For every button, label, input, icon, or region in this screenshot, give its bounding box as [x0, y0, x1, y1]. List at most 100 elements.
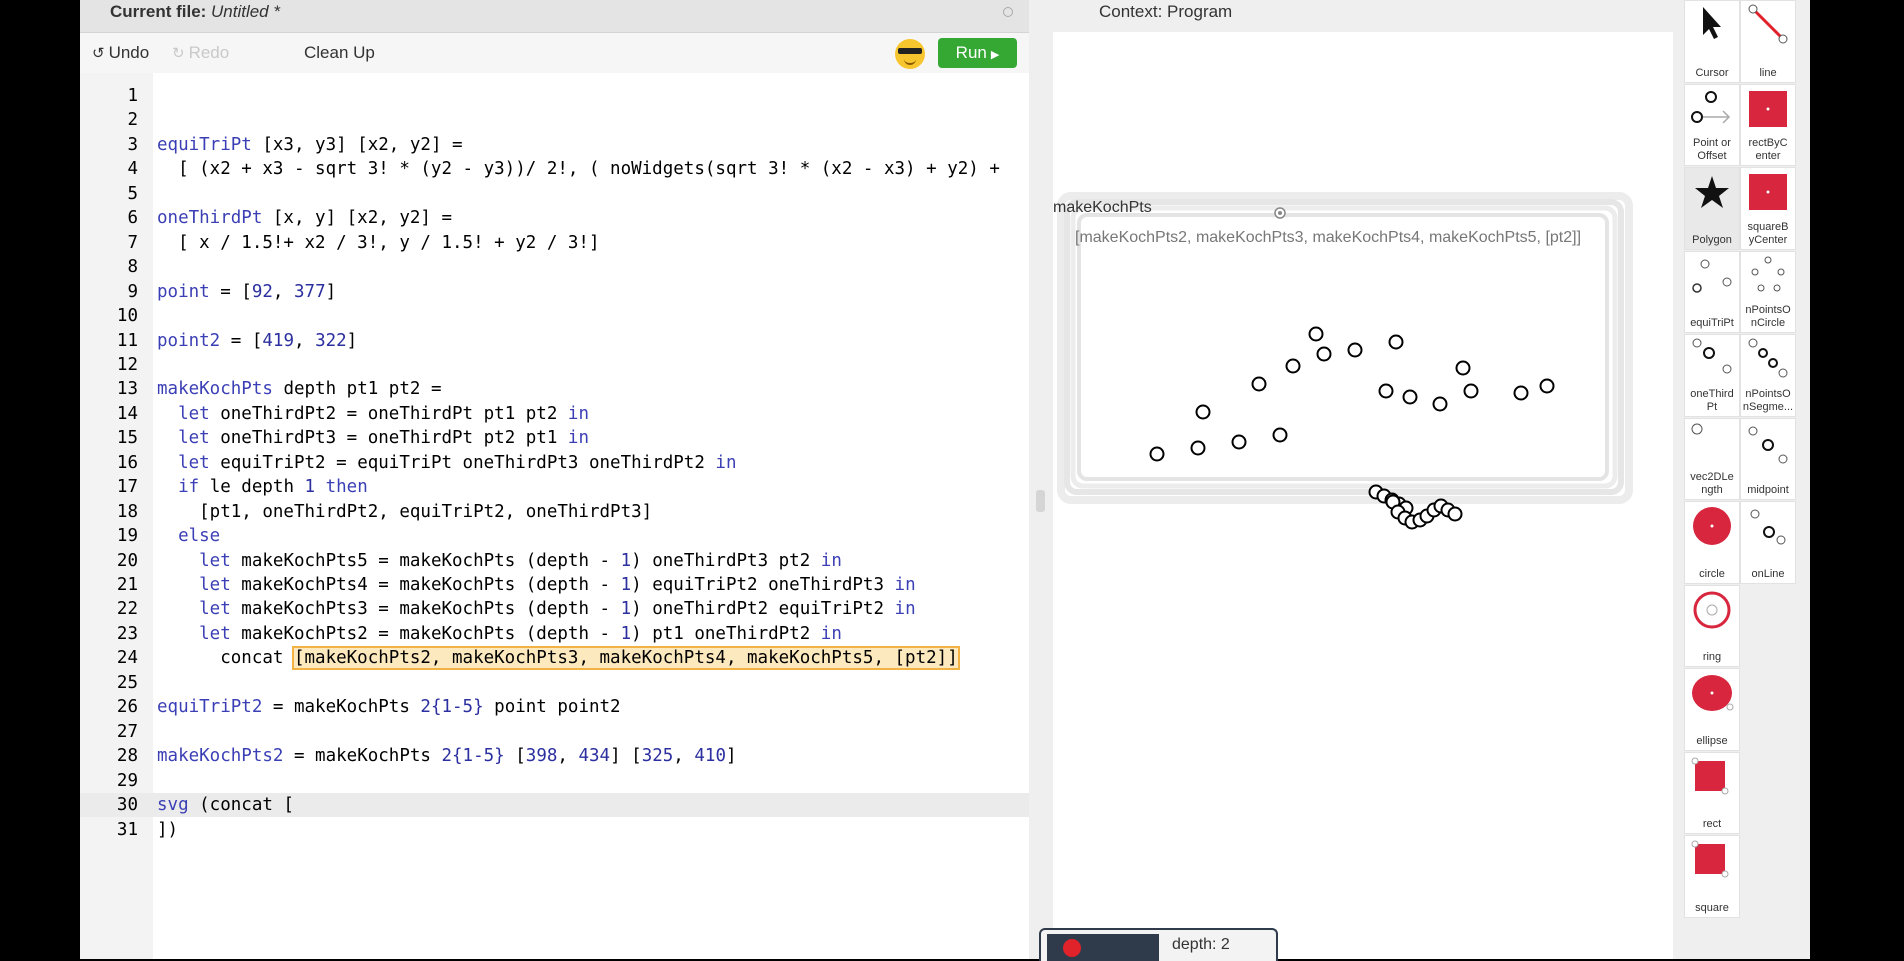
- code-area[interactable]: 1 2 3 equiTriPt [x3, y3] [x2, y2] = 4 [ (x2 …: [80, 73, 1029, 959]
- line-code[interactable]: [pt1, oneThirdPt2, equiTriPt2, oneThirdP…: [157, 500, 652, 524]
- point-circle[interactable]: [1285, 358, 1301, 374]
- line-code[interactable]: makeKochPts depth pt1 pt2 =: [157, 377, 441, 401]
- canvas-svg[interactable]: [1053, 32, 1673, 959]
- line-code[interactable]: let oneThirdPt3 = oneThirdPt pt2 pt1 in: [157, 426, 589, 450]
- code-line[interactable]: 25: [80, 671, 1029, 695]
- line-code[interactable]: concat [makeKochPts2, makeKochPts3, make…: [157, 646, 960, 671]
- line-code[interactable]: equiTriPt2 = makeKochPts 2{1-5} point po…: [157, 695, 621, 719]
- highlighted-expression[interactable]: [makeKochPts2, makeKochPts3, makeKochPts…: [291, 646, 960, 671]
- line-code[interactable]: [ x / 1.5!+ x2 / 3!, y / 1.5! + y2 / 3!]: [157, 231, 599, 255]
- code-line[interactable]: 9 point = [92, 377]: [80, 280, 1029, 304]
- point-circle[interactable]: [1447, 506, 1463, 522]
- tool-rect-by-center[interactable]: rectByC enter: [1740, 83, 1796, 166]
- line-code[interactable]: let makeKochPts5 = makeKochPts (depth - …: [157, 549, 842, 573]
- code-line[interactable]: 29: [80, 769, 1029, 793]
- point-circle[interactable]: [1388, 334, 1404, 350]
- code-line[interactable]: 13 makeKochPts depth pt1 pt2 =: [80, 377, 1029, 401]
- code-line[interactable]: 21 let makeKochPts4 = makeKochPts (depth…: [80, 573, 1029, 597]
- code-line[interactable]: 2: [80, 108, 1029, 132]
- code-line[interactable]: 11 point2 = [419, 322]: [80, 329, 1029, 353]
- code-line[interactable]: 19 else: [80, 524, 1029, 548]
- line-code[interactable]: if le depth 1 then: [157, 475, 368, 499]
- redo-button[interactable]: ↻ Redo: [172, 39, 229, 68]
- tool-point-or-offset[interactable]: Point or Offset: [1684, 83, 1740, 166]
- point-circle[interactable]: [1195, 404, 1211, 420]
- code-line[interactable]: 12: [80, 353, 1029, 377]
- slider-knob[interactable]: [1063, 939, 1081, 957]
- resize-handle[interactable]: [1036, 490, 1045, 512]
- code-line[interactable]: 3 equiTriPt [x3, y3] [x2, y2] =: [80, 133, 1029, 157]
- point-circle[interactable]: [1316, 346, 1332, 362]
- code-line[interactable]: 22 let makeKochPts3 = makeKochPts (depth…: [80, 597, 1029, 621]
- code-line[interactable]: 23 let makeKochPts2 = makeKochPts (depth…: [80, 622, 1029, 646]
- tool-n-points-on-circle[interactable]: nPointsO nCircle: [1740, 250, 1796, 333]
- point-circle[interactable]: [1149, 446, 1165, 462]
- code-line[interactable]: 18 [pt1, oneThirdPt2, equiTriPt2, oneThi…: [80, 500, 1029, 524]
- tool-ellipse[interactable]: ellipse: [1684, 668, 1740, 751]
- point-circle[interactable]: [1513, 385, 1529, 401]
- code-line[interactable]: 28 makeKochPts2 = makeKochPts 2{1-5} [398…: [80, 744, 1029, 768]
- code-line[interactable]: 8: [80, 255, 1029, 279]
- tool-square[interactable]: square: [1684, 835, 1740, 918]
- code-line[interactable]: 31]): [80, 818, 1029, 842]
- line-code[interactable]: ]): [157, 818, 178, 842]
- tool-equi-tri-pt[interactable]: equiTriPt: [1684, 250, 1740, 333]
- line-code[interactable]: point2 = [419, 322]: [157, 329, 357, 353]
- point-circle[interactable]: [1432, 396, 1448, 412]
- line-code[interactable]: let makeKochPts3 = makeKochPts (depth - …: [157, 597, 915, 621]
- code-line[interactable]: 6 oneThirdPt [x, y] [x2, y2] =: [80, 206, 1029, 230]
- tool-n-points-on-segment[interactable]: nPointsO nSegme...: [1740, 334, 1796, 417]
- code-line[interactable]: 7 [ x / 1.5!+ x2 / 3!, y / 1.5! + y2 / 3…: [80, 231, 1029, 255]
- point-circle[interactable]: [1251, 376, 1267, 392]
- tool-circle[interactable]: circle: [1684, 501, 1740, 584]
- output-canvas[interactable]: makeKochPts [makeKochPts2, makeKochPts3,…: [1053, 32, 1673, 959]
- code-line[interactable]: 17 if le depth 1 then: [80, 475, 1029, 499]
- point-circle[interactable]: [1272, 427, 1288, 443]
- tool-one-third-pt[interactable]: oneThird Pt: [1684, 334, 1740, 417]
- code-line[interactable]: 26 equiTriPt2 = makeKochPts 2{1-5} point …: [80, 695, 1029, 719]
- line-code[interactable]: oneThirdPt [x, y] [x2, y2] =: [157, 206, 452, 230]
- line-code[interactable]: let makeKochPts4 = makeKochPts (depth - …: [157, 573, 915, 597]
- code-line[interactable]: 16 let equiTriPt2 = equiTriPt oneThirdPt…: [80, 451, 1029, 475]
- line-code[interactable]: point = [92, 377]: [157, 280, 336, 304]
- code-line[interactable]: 24 concat [makeKochPts2, makeKochPts3, m…: [80, 646, 1029, 671]
- line-code[interactable]: makeKochPts2 = makeKochPts 2{1-5} [398, …: [157, 744, 737, 768]
- run-button[interactable]: Run ▶: [938, 38, 1017, 68]
- tool-polygon[interactable]: Polygon: [1684, 167, 1740, 250]
- code-line[interactable]: 27: [80, 720, 1029, 744]
- tool-midpoint[interactable]: midpoint: [1740, 417, 1796, 500]
- code-line[interactable]: 30 svg (concat [: [80, 793, 1029, 818]
- code-line[interactable]: 14 let oneThirdPt2 = oneThirdPt pt1 pt2 …: [80, 402, 1029, 426]
- point-circle[interactable]: [1402, 389, 1418, 405]
- line-code[interactable]: let oneThirdPt2 = oneThirdPt pt1 pt2 in: [157, 402, 589, 426]
- clean-up-button[interactable]: Clean Up: [304, 39, 375, 67]
- line-code[interactable]: equiTriPt [x3, y3] [x2, y2] =: [157, 133, 463, 157]
- line-code[interactable]: let makeKochPts2 = makeKochPts (depth - …: [157, 622, 842, 646]
- point-circle[interactable]: [1347, 342, 1363, 358]
- collapse-dot-icon[interactable]: [1003, 7, 1013, 17]
- point-circle[interactable]: [1190, 440, 1206, 456]
- code-line[interactable]: 4 [ (x2 + x3 - sqrt 3! * (y2 - y3))/ 2!,…: [80, 157, 1029, 181]
- code-line[interactable]: 5: [80, 182, 1029, 206]
- tool-vec2d-length[interactable]: vec2DLe ngth: [1684, 417, 1740, 500]
- point-circle[interactable]: [1539, 378, 1555, 394]
- tool-on-line[interactable]: onLine: [1740, 501, 1796, 584]
- list-widget-label[interactable]: [makeKochPts2, makeKochPts3, makeKochPts…: [1075, 229, 1581, 247]
- line-code[interactable]: [ (x2 + x3 - sqrt 3! * (y2 - y3))/ 2!, (…: [157, 157, 1010, 181]
- tool-rect[interactable]: rect: [1684, 751, 1740, 834]
- line-code[interactable]: else: [157, 524, 220, 548]
- line-code[interactable]: svg (concat [: [157, 793, 294, 817]
- line-code[interactable]: let equiTriPt2 = equiTriPt oneThirdPt3 o…: [157, 451, 736, 475]
- undo-button[interactable]: ↺ Undo: [92, 39, 149, 68]
- tool-square-by-center[interactable]: squareB yCenter: [1740, 167, 1796, 250]
- code-line[interactable]: 10: [80, 304, 1029, 328]
- code-line[interactable]: 1: [80, 84, 1029, 108]
- code-line[interactable]: 15 let oneThirdPt3 = oneThirdPt pt2 pt1 …: [80, 426, 1029, 450]
- point-circle[interactable]: [1455, 360, 1471, 376]
- depth-slider-widget[interactable]: depth: 2: [1039, 928, 1278, 961]
- point-circle[interactable]: [1308, 326, 1324, 342]
- tool-cursor[interactable]: Cursor: [1684, 0, 1740, 83]
- tool-ring[interactable]: ring: [1684, 584, 1740, 667]
- pane-divider[interactable]: [1029, 0, 1053, 959]
- point-circle[interactable]: [1378, 383, 1394, 399]
